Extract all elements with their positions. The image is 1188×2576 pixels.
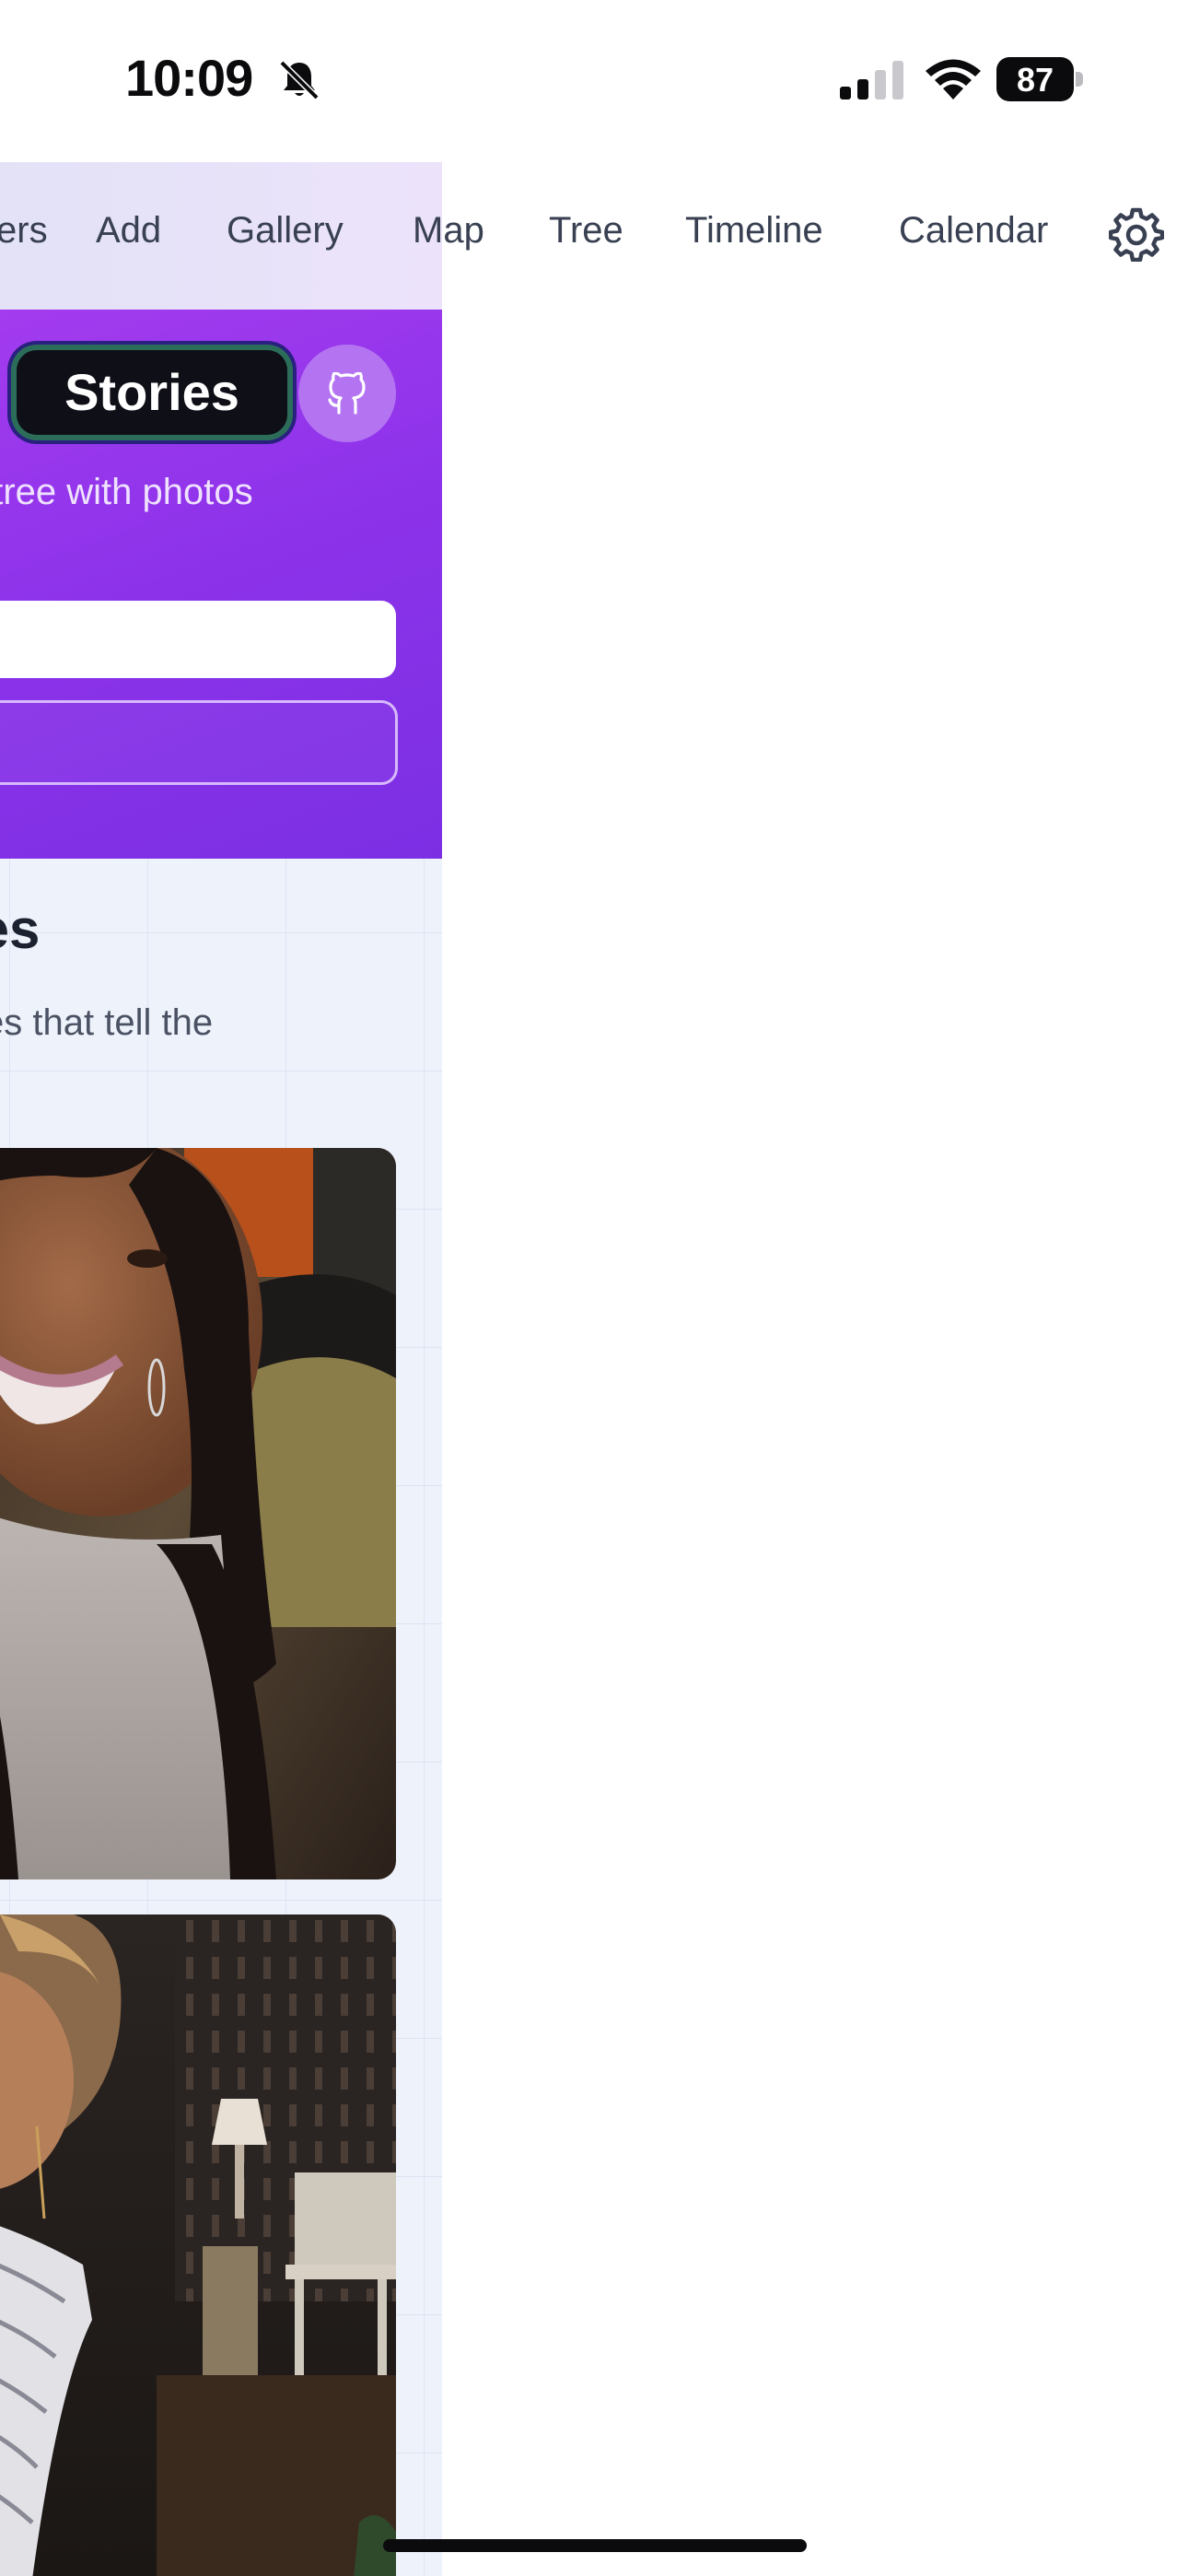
cellular-signal-icon (840, 61, 903, 100)
nav-item-members[interactable]: ers (0, 210, 48, 252)
silent-bell-icon (279, 60, 320, 100)
portrait-woman-smiling-photo (0, 1148, 396, 1879)
hero-outline-button[interactable] (0, 700, 398, 785)
home-indicator (383, 2539, 807, 2552)
nav-item-map[interactable]: Map (413, 210, 484, 252)
story-card-photo-1[interactable] (0, 1148, 396, 1879)
stories-badge-label: Stories (64, 363, 239, 421)
hero-banner: Stories mily tree with photos . (0, 310, 442, 859)
settings-gear-icon[interactable] (1109, 206, 1164, 262)
battery-level: 87 (1016, 61, 1054, 99)
hero-input-field[interactable] (0, 601, 396, 678)
battery-icon: 87 (996, 57, 1085, 101)
stories-badge: Stories (17, 350, 287, 435)
status-bar: 10:09 87 (0, 0, 1188, 162)
story-card-photo-2[interactable] (0, 1914, 396, 2576)
stories-section: ies emories that tell the dy (0, 859, 442, 2576)
nav-bar-background (0, 162, 442, 310)
nav-item-calendar[interactable]: Calendar (899, 210, 1048, 252)
github-icon (328, 372, 366, 415)
status-time: 10:09 (125, 49, 253, 107)
section-title: ies (0, 898, 41, 960)
nav-item-timeline[interactable]: Timeline (685, 210, 823, 252)
nav-item-gallery[interactable]: Gallery (227, 210, 344, 252)
hero-description: mily tree with photos . (0, 472, 253, 512)
portrait-woman-dining-room-photo (0, 1914, 396, 2576)
nav-item-tree[interactable]: Tree (549, 210, 623, 252)
wifi-icon (926, 59, 981, 100)
nav-item-add[interactable]: Add (96, 210, 161, 252)
github-button[interactable] (298, 345, 396, 442)
section-subtitle: emories that tell the dy (0, 1002, 214, 1043)
